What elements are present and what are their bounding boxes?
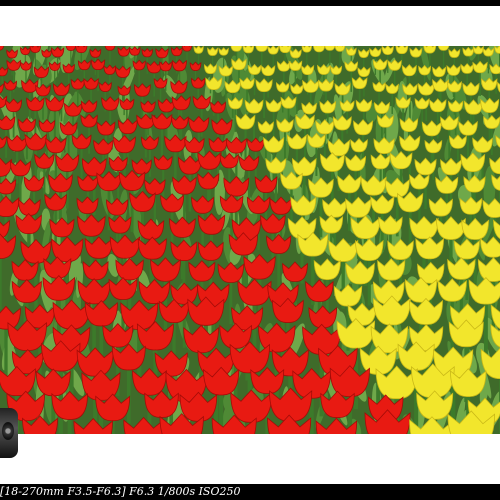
- red-tulip: [0, 46, 5, 51]
- tulip-field-image: [0, 46, 500, 434]
- exif-caption: [18-270mm F3.5-F6.3] F6.3 1/800s ISO250: [0, 484, 500, 500]
- photo-frame: [0, 6, 500, 484]
- red-tulip: [267, 414, 312, 434]
- yellow-tulip: [437, 46, 450, 69]
- tulip-field-photo: [0, 46, 500, 434]
- yellow-tulip: [324, 46, 336, 68]
- yellow-tulip: [301, 46, 312, 68]
- camera-icon: [0, 408, 18, 458]
- red-tulip: [104, 46, 116, 67]
- red-tulip: [73, 417, 113, 434]
